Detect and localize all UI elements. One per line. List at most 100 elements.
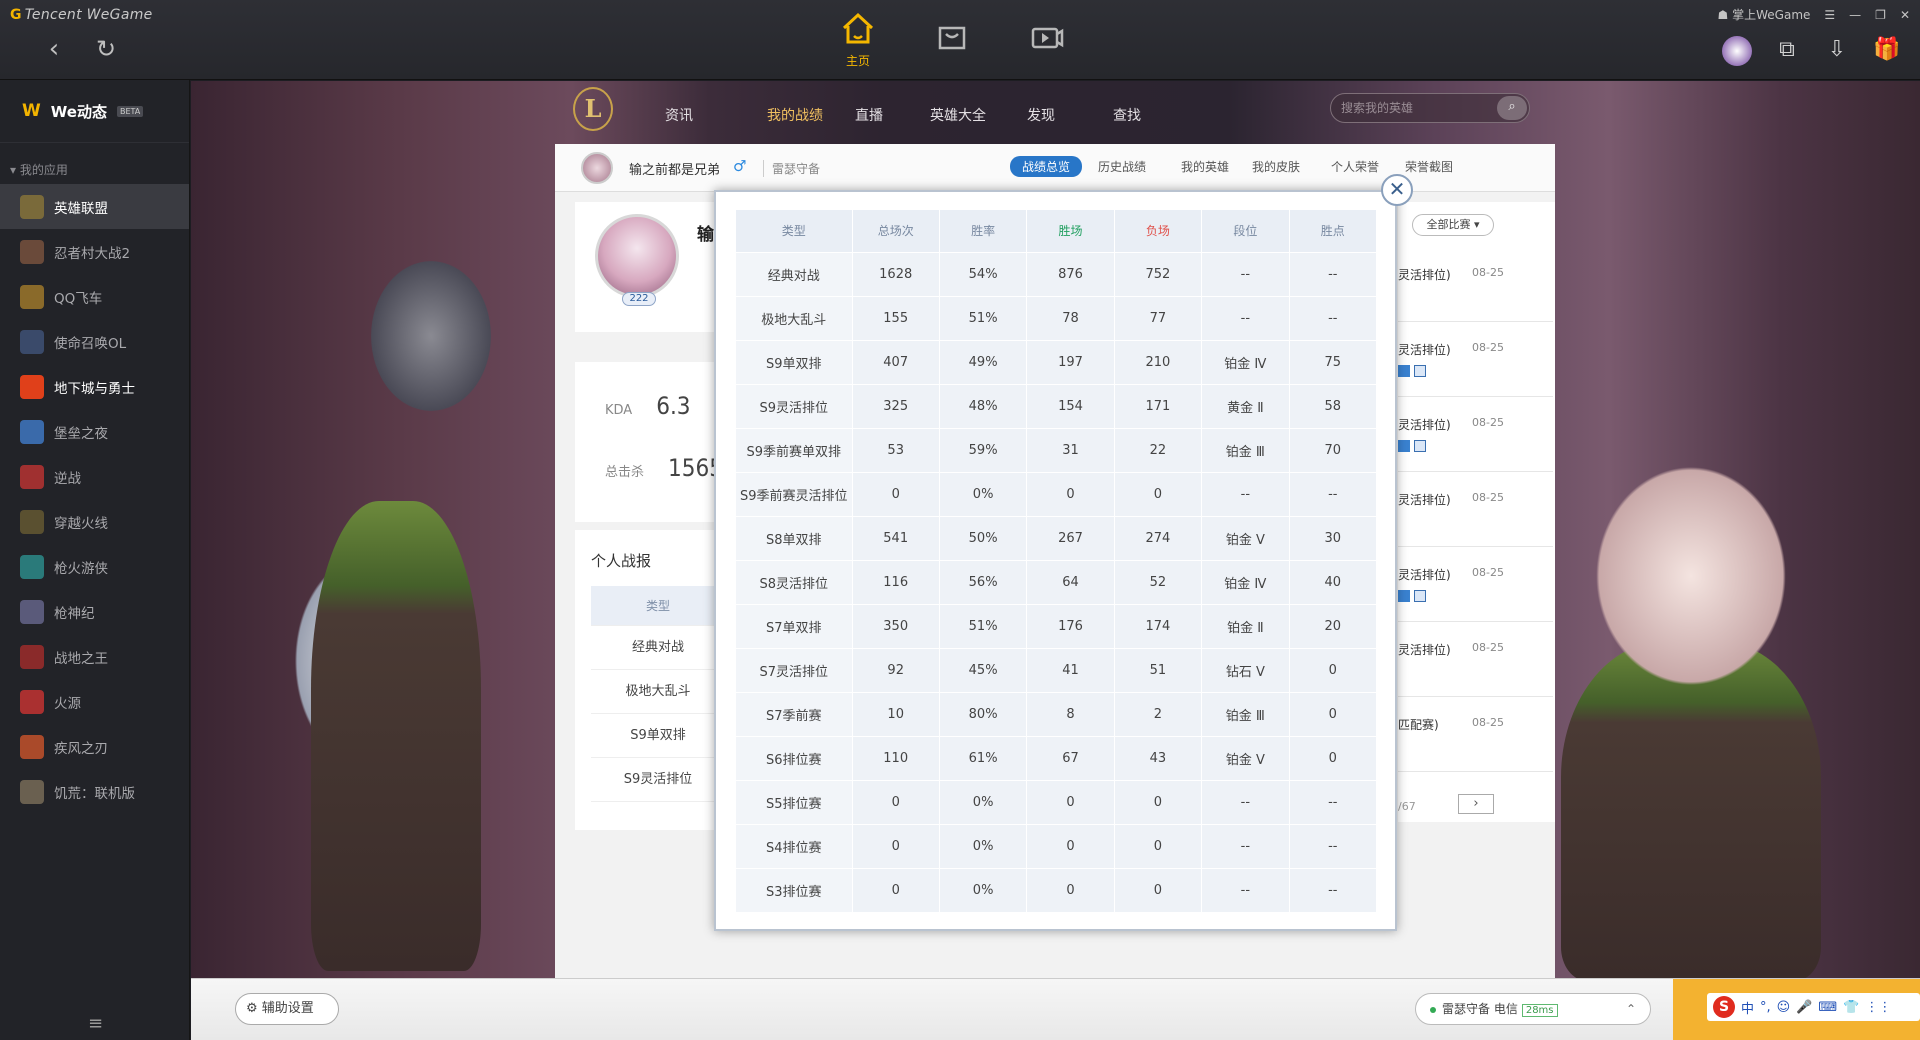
stats-cell: S8灵活排位 [736,559,853,604]
app-label: 疾风之刃 [54,740,108,757]
item-icon [1398,590,1410,602]
sidebar-app-item[interactable]: 使命召唤OL [0,319,189,364]
ime-tool-icon[interactable]: ⌨ [1818,1000,1837,1015]
status-dot-icon [1430,1006,1436,1013]
stats-cell: 0% [939,867,1028,912]
sidebar-app-item[interactable]: 饥荒：联机版 [0,769,189,814]
kda-value: 6.3 [656,392,691,420]
app-label: 火源 [54,695,81,712]
home-nav-button[interactable]: 主页 [828,10,888,69]
match-row[interactable]: 灵活排位) 08-25 [1398,623,1553,697]
next-page-button[interactable]: › [1458,794,1494,814]
teemo-hero-art [371,261,491,411]
stats-header-cell: 类型 [736,210,853,252]
sidebar-app-item[interactable]: 忍者村大战2 [0,229,189,274]
video-nav-button[interactable] [1017,22,1077,62]
record-tab[interactable]: 战绩总览 [1010,156,1083,177]
stats-cell: S7季前赛 [736,691,853,736]
stats-cell: -- [1289,295,1378,340]
store-nav-button[interactable] [922,22,982,62]
ime-tool-icon[interactable]: ☺ [1777,1000,1791,1015]
ime-tool-icon[interactable]: °, [1760,1000,1771,1015]
ime-strip: S 中 °, ☺ 🎤 ⌨ 👕 ⋮⋮ [1707,993,1920,1021]
sidebar-app-item[interactable]: 战地之王 [0,634,189,679]
stats-row: S8单双排 541 50% 267 274 铂金 Ⅴ 30 [736,515,1378,560]
my-apps-section-title[interactable]: ▾ 我的应用 [0,143,189,184]
match-row[interactable]: 灵活排位) 08-25 [1398,398,1553,472]
stats-cell: 0 [1289,735,1378,780]
match-row[interactable]: 匹配赛) 08-25 [1398,698,1553,772]
hero-search-input[interactable]: 搜索我的英雄 ⌕ [1330,93,1530,123]
report-row[interactable]: S9单双排 [591,714,725,758]
back-button[interactable]: ‹ [38,34,70,66]
mobile-wegame-link[interactable]: ☗ 掌上WeGame [1718,6,1811,23]
mobile-icon: ☗ [1717,8,1733,22]
gift-icon[interactable]: 🎁 [1872,36,1902,66]
modal-close-button[interactable]: ✕ [1381,174,1413,206]
report-row[interactable]: S9灵活排位 [591,758,725,802]
record-tab[interactable]: 个人荣誉 [1331,158,1379,175]
creature-hero-art [1591,461,1791,691]
match-row[interactable]: 灵活排位) 08-25 [1398,548,1553,622]
sidebar-app-item[interactable]: 地下城与勇士 [0,364,189,409]
sidebar-app-item[interactable]: 枪火游侠 [0,544,189,589]
ime-tool-icon[interactable]: 中 [1741,998,1754,1017]
sidebar-app-item[interactable]: 疾风之刃 [0,724,189,769]
stats-cell: 51% [939,603,1028,648]
sidebar-app-item[interactable]: 火源 [0,679,189,724]
assist-settings-button[interactable]: ⚙ 辅助设置 [235,993,339,1025]
sidebar-app-item[interactable]: 枪神纪 [0,589,189,634]
maximize-button[interactable]: ❐ [1875,8,1886,22]
report-row[interactable]: 经典对战 [591,626,725,670]
search-icon[interactable]: ⌕ [1497,96,1527,120]
lol-nav-item[interactable]: 我的战绩 [767,105,823,125]
sidebar-app-item[interactable]: 英雄联盟 [0,184,189,229]
sidebar-app-item[interactable]: 堡垒之夜 [0,409,189,454]
record-tab[interactable]: 我的皮肤 [1252,158,1300,175]
user-avatar[interactable] [1722,36,1752,66]
record-tab[interactable]: 荣誉截图 [1405,158,1453,175]
lol-nav-item[interactable]: 查找 [1113,105,1141,125]
chevron-up-icon[interactable]: ⌃ [1626,994,1636,1024]
match-list: 全部比赛 ▾ 灵活排位) 08-25 灵活排位) 08-25 灵活排位) 08-25 灵活排… [1398,202,1555,822]
sogou-logo-icon[interactable]: S [1713,996,1735,1018]
match-date: 08-25 [1472,716,1504,729]
summoner-avatar[interactable] [581,152,613,184]
stats-cell: S9季前赛单双排 [736,427,853,472]
match-row[interactable]: 灵活排位) 08-25 [1398,473,1553,547]
ime-tool-icon[interactable]: ⋮⋮ [1865,1000,1891,1015]
minimize-button[interactable]: — [1849,8,1861,22]
download-icon[interactable]: ⇩ [1822,36,1852,66]
stats-cell: -- [1201,867,1290,912]
lol-nav-item[interactable]: 英雄大全 [930,105,986,125]
server-status[interactable]: 雷瑟守备 电信 28ms ⌃ [1415,993,1651,1025]
stats-row: S5排位赛 0 0% 0 0 -- -- [736,779,1378,824]
close-button[interactable]: ✕ [1900,8,1910,22]
ime-tool-icon[interactable]: 🎤 [1796,1000,1812,1015]
match-date: 08-25 [1472,566,1504,579]
we-dynamics-link[interactable]: W We动态 BETA [0,80,189,143]
home-label: 主页 [845,54,870,68]
ping-badge: 28ms [1521,1004,1558,1017]
lol-nav-item[interactable]: 直播 [855,105,883,125]
report-row[interactable]: 极地大乱斗 [591,670,725,714]
refresh-button[interactable]: ↻ [90,34,122,66]
chat-icon[interactable]: ⧉ [1772,36,1802,66]
record-tab[interactable]: 我的英雄 [1181,158,1229,175]
stats-cell: -- [1289,823,1378,868]
stats-row: S9单双排 407 49% 197 210 铂金 Ⅳ 75 [736,339,1378,384]
sidebar-app-item[interactable]: 穿越火线 [0,499,189,544]
record-tab[interactable]: 历史战绩 [1098,158,1146,175]
menu-button[interactable]: ☰ [1824,8,1835,22]
kda-label: KDA [605,403,633,418]
match-row[interactable]: 灵活排位) 08-25 [1398,323,1553,397]
sidebar-menu-icon[interactable]: ≡ [88,1013,103,1034]
lol-nav-item[interactable]: 资讯 [665,105,693,125]
sidebar-app-item[interactable]: 逆战 [0,454,189,499]
page-indicator: /67 [1398,800,1416,813]
ime-tool-icon[interactable]: 👕 [1843,1000,1859,1015]
match-filter-dropdown[interactable]: 全部比赛 ▾ [1412,214,1494,236]
match-row[interactable]: 灵活排位) 08-25 [1398,248,1553,322]
lol-nav-item[interactable]: 发现 [1027,105,1055,125]
sidebar-app-item[interactable]: QQ飞车 [0,274,189,319]
